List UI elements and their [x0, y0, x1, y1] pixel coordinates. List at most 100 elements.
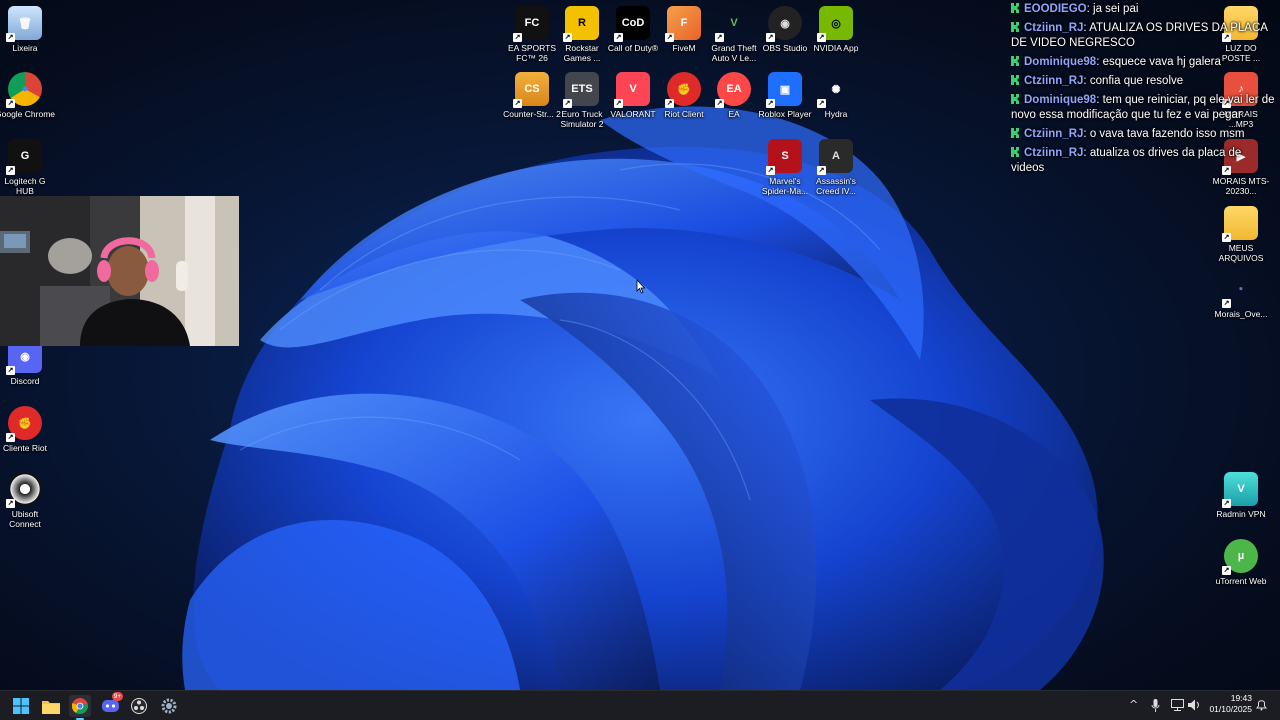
ea-icon: EA ↗ [715, 72, 751, 108]
shortcut-arrow-icon: ↗ [6, 499, 15, 508]
desktop-icon-nvidia-app[interactable]: ◎ ↗ NVIDIA App [806, 6, 866, 53]
desktop-icon-utorrent-web[interactable]: µ ↗ uTorrent Web [1211, 539, 1271, 586]
discord-taskbar-button[interactable]: 9+ [99, 692, 123, 717]
microphone-icon[interactable] [1151, 699, 1160, 712]
chrome-icon: ● ↗ [6, 72, 42, 108]
desktop-icon-morais-ove[interactable]: ▪ ↗ Morais_Ove... [1211, 272, 1271, 319]
desktop[interactable]: 🗑 ↗ Lixeira ● ↗ Google Chrome G ↗ Logitech G HUB… [0, 0, 1280, 690]
chat-username[interactable]: Ctziinn_RJ [1024, 147, 1083, 159]
gta-icon: V ↗ [715, 17, 738, 42]
shortcut-arrow-icon: ↗ [563, 33, 572, 42]
clock-time: 19:43 [1230, 693, 1252, 703]
shortcut-arrow-icon: ↗ [665, 99, 674, 108]
fivem-icon: F ↗ [665, 6, 701, 42]
shortcut-arrow-icon: ↗ [563, 99, 572, 108]
desktop-icon-label: Hydra [824, 109, 848, 119]
chrome-taskbar-button[interactable] [69, 695, 91, 720]
desktop-icon-recycle-bin[interactable]: 🗑 ↗ Lixeira [0, 6, 55, 53]
stream-chat-overlay: EOODIEGO: ja sei pai Ctziinn_RJ: ATUALIZA… [1008, 0, 1280, 178]
desktop-icon-logitech-g-hub[interactable]: G ↗ Logitech G HUB [0, 139, 55, 196]
chat-username[interactable]: Ctziinn_RJ [1024, 75, 1083, 87]
chat-text: ja sei pai [1093, 3, 1139, 15]
truck-icon: ETS ↗ [563, 72, 599, 108]
desktop-icon-ubisoft-connect[interactable]: ↗ Ubisoft Connect [0, 472, 55, 529]
kick-badge-icon [1011, 56, 1020, 66]
chat-username[interactable]: Dominique98 [1024, 94, 1096, 106]
desktop-icon-label: Google Chrome [0, 109, 56, 119]
desktop-icon-cliente-riot[interactable]: ✊ ↗ Cliente Riot [0, 406, 55, 453]
roblox-icon: ▣ ↗ [766, 72, 802, 108]
logitech-icon: G ↗ [6, 139, 42, 175]
chat-username[interactable]: Ctziinn_RJ [1024, 22, 1083, 34]
desktop-icon-meus-arquivos[interactable]: ↗ MEUS ARQUIVOS [1211, 206, 1271, 263]
desktop-icon-radmin-vpn[interactable]: V ↗ Radmin VPN [1211, 472, 1271, 519]
desktop-icon-label: MEUS ARQUIVOS [1218, 243, 1264, 263]
chat-message: Ctziinn_RJ: o vava tava fazendo isso msm [1008, 125, 1280, 144]
desktop-icon-label: uTorrent Web [1215, 576, 1267, 586]
chat-username[interactable]: EOODIEGO [1024, 3, 1087, 15]
chat-message: Ctziinn_RJ: confia que resolve [1008, 72, 1280, 91]
folder-icon: ↗ [1222, 206, 1258, 242]
ubisoft-icon: ↗ [6, 472, 42, 508]
trash-icon: 🗑 ↗ [6, 6, 42, 42]
webcam-overlay [0, 196, 239, 346]
shortcut-arrow-icon: ↗ [817, 166, 826, 175]
obs-icon: ◉ ↗ [766, 6, 802, 42]
shortcut-arrow-icon: ↗ [6, 33, 15, 42]
settings-taskbar-button[interactable] [158, 695, 180, 717]
shortcut-arrow-icon: ↗ [1222, 499, 1231, 508]
kick-badge-icon [1011, 3, 1020, 13]
obs-taskbar-button[interactable] [128, 695, 150, 717]
easports-icon: FC ↗ [513, 6, 549, 42]
chevron-up-icon[interactable]: ^ [1129, 698, 1138, 711]
shortcut-arrow-icon: ↗ [6, 166, 15, 175]
shortcut-arrow-icon: ↗ [6, 99, 15, 108]
chat-message: Ctziinn_RJ: ATUALIZA OS DRIVES DA PLACA … [1008, 19, 1280, 53]
shortcut-arrow-icon: ↗ [6, 433, 15, 442]
webcam-feed [0, 196, 239, 346]
windows-icon [13, 698, 29, 714]
gear-icon [161, 698, 177, 714]
desktop-icon-label: Logitech G HUB [4, 176, 46, 196]
rockstar-icon: R ↗ [563, 6, 599, 42]
desktop-icon-label: Assassin's Creed IV... [816, 176, 856, 196]
spiderman-icon: S ↗ [766, 139, 802, 175]
desktop-icon-google-chrome[interactable]: ● ↗ Google Chrome [0, 72, 55, 119]
file-explorer-button[interactable] [40, 695, 62, 717]
notification-badge: 9+ [111, 692, 123, 701]
desktop-icon-label: Ubisoft Connect [9, 509, 41, 529]
chat-message: EOODIEGO: ja sei pai [1008, 0, 1280, 19]
riot-icon: ✊ ↗ [6, 406, 42, 442]
network-icon[interactable] [1171, 699, 1184, 711]
desktop-icon-hydra[interactable]: ✺ ↗ Hydra [806, 72, 866, 119]
chat-message: Dominique98: esquece vava hj galera [1008, 53, 1280, 72]
shortcut-arrow-icon: ↗ [665, 33, 674, 42]
taskbar: 9+ ^ 19:43 01/10/2025 [0, 690, 1280, 720]
chat-text: confia que resolve [1089, 75, 1184, 87]
riot-icon: ✊ ↗ [665, 72, 701, 108]
desktop-icon-assassins-creed[interactable]: A ↗ Assassin's Creed IV... [806, 139, 866, 196]
shortcut-arrow-icon: ↗ [715, 99, 724, 108]
clock-date: 01/10/2025 [1209, 704, 1252, 714]
taskbar-clock[interactable]: 19:43 01/10/2025 [1209, 693, 1252, 715]
cod-icon: CoD ↗ [614, 6, 650, 42]
desktop-icon-label: NVIDIA App [813, 43, 859, 53]
chat-text: o vava tava fazendo isso msm [1089, 128, 1245, 140]
desktop-icon-discord[interactable]: ◉ ↗ Discord [0, 339, 55, 386]
hydra-icon: ✺ ↗ [817, 83, 841, 108]
shortcut-arrow-icon: ↗ [513, 99, 522, 108]
volume-icon[interactable] [1188, 699, 1201, 711]
shortcut-arrow-icon: ↗ [513, 33, 522, 42]
start-button[interactable] [10, 695, 32, 717]
mouse-cursor-icon [636, 279, 646, 294]
notification-bell-icon[interactable] [1256, 699, 1267, 711]
chat-message: Ctziinn_RJ: atualiza os drives da placa … [1008, 144, 1280, 178]
shortcut-arrow-icon: ↗ [766, 99, 775, 108]
desktop-icon-label: Discord [10, 376, 40, 386]
kick-badge-icon [1011, 94, 1020, 104]
desktop-icon-label: Lixeira [12, 43, 38, 53]
obs-icon [131, 698, 147, 714]
chat-username[interactable]: Dominique98 [1024, 56, 1096, 68]
kick-badge-icon [1011, 128, 1020, 138]
chat-username[interactable]: Ctziinn_RJ [1024, 128, 1083, 140]
